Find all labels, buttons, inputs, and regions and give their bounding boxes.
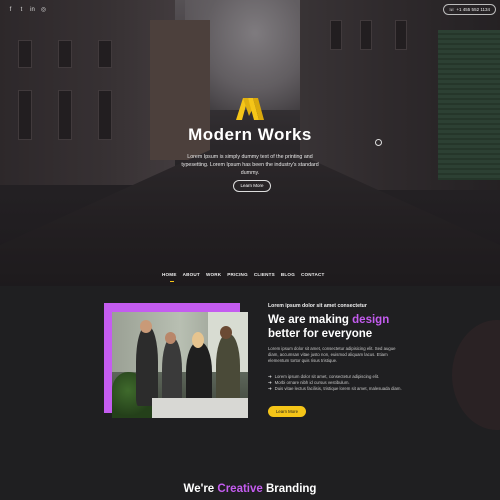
page: f t in ◎ ☏ +1 455 552 1134 Modern Works … xyxy=(0,0,500,500)
linkedin-icon[interactable]: in xyxy=(29,7,36,14)
hero-description: Lorem Ipsum is simply dummy text of the … xyxy=(181,154,319,176)
about-title-highlight: design xyxy=(352,314,390,326)
about-title-start: We are making xyxy=(268,314,353,326)
nav-item-contact[interactable]: CONTACT xyxy=(301,272,325,277)
photo-table xyxy=(152,398,248,418)
nav-item-home[interactable]: HOME xyxy=(162,272,177,277)
about-title: We are making design better for everyone xyxy=(268,313,428,341)
hero-title: Modern Works xyxy=(188,125,312,144)
logo-icon xyxy=(236,98,264,120)
section-title-highlight: Creative xyxy=(217,483,263,495)
instagram-icon[interactable]: ◎ xyxy=(40,7,47,14)
about-title-end: better for everyone xyxy=(268,328,373,340)
hero-section: f t in ◎ ☏ +1 455 552 1134 Modern Works … xyxy=(0,0,500,286)
photo-person-head xyxy=(192,332,204,348)
nav-item-about[interactable]: ABOUT xyxy=(183,272,200,277)
twitter-icon[interactable]: t xyxy=(18,7,25,14)
photo-person xyxy=(136,326,158,406)
section-title: We're Creative Branding xyxy=(0,483,500,495)
section-title-end: Branding xyxy=(262,483,317,495)
nav-item-work[interactable]: WORK xyxy=(206,272,221,277)
about-body: Lorem ipsum dolor sit amet, consectetur … xyxy=(268,346,396,363)
slider-dot-indicator[interactable] xyxy=(375,139,382,146)
arrow-right-icon: ➔ xyxy=(268,386,272,392)
facebook-icon[interactable]: f xyxy=(7,7,14,14)
list-item: ➔ Duis vitae lectus facilisis, tristique … xyxy=(268,386,402,392)
nav-item-pricing[interactable]: PRICING xyxy=(227,272,248,277)
phone-button[interactable]: ☏ +1 455 552 1134 xyxy=(442,4,496,15)
photo-person-head xyxy=(140,320,152,333)
nav-item-blog[interactable]: BLOG xyxy=(281,272,295,277)
photo-person-head xyxy=(220,326,232,339)
photo-person xyxy=(216,334,240,404)
about-kicker: Lorem ipsum dolor sit amet consectetur xyxy=(268,303,367,309)
social-links: f t in ◎ xyxy=(7,7,47,14)
phone-number: +1 455 552 1134 xyxy=(456,7,490,12)
team-photo xyxy=(112,312,248,418)
section-title-start: We're xyxy=(183,483,218,495)
about-feature-list: ➔ Lorem ipsum dolor sit amet, consectetur… xyxy=(268,374,402,393)
list-item-text: Duis vitae lectus facilisis, tristique l… xyxy=(274,386,402,392)
phone-icon: ☏ xyxy=(448,7,455,12)
nav-active-indicator xyxy=(170,281,174,282)
nav-item-clients[interactable]: CLIENTS xyxy=(254,272,275,277)
photo-person-head xyxy=(165,332,176,344)
main-nav: HOME ABOUT WORK PRICING CLIENTS BLOG CON… xyxy=(162,272,325,277)
about-learn-more-button[interactable]: Learn More xyxy=(268,406,306,417)
hero-learn-more-button[interactable]: Learn More xyxy=(233,180,271,192)
